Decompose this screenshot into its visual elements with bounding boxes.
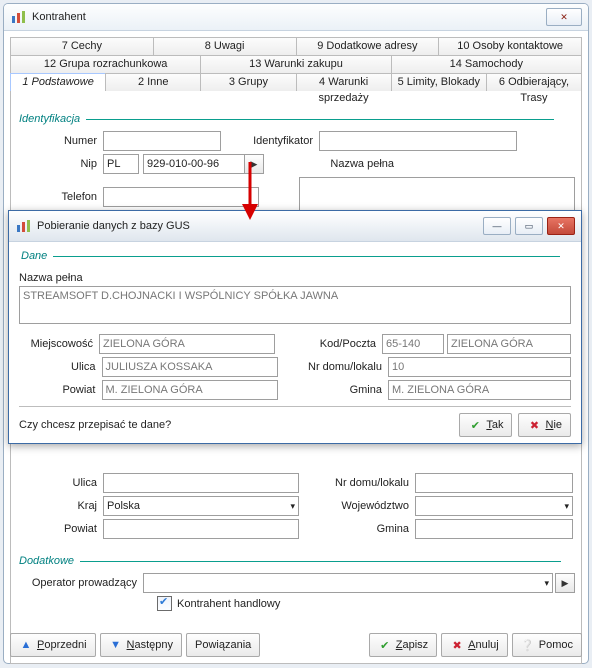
tab-odbierajacy-trasy[interactable]: 6 Odbierający, Trasy (486, 73, 582, 91)
check-icon: ✔ (468, 419, 482, 432)
nip-number-input[interactable]: 929-010-00-96 (143, 154, 245, 174)
window-title: Kontrahent (32, 11, 546, 23)
modal-label-powiat: Powiat (19, 384, 102, 396)
modal-kod-field: 65-140 (382, 334, 444, 354)
gmina-input[interactable] (415, 519, 573, 539)
anuluj-button[interactable]: ✖ Anuluj (441, 633, 508, 657)
label-gmina: Gmina (319, 523, 415, 535)
modal-label-ulica: Ulica (19, 361, 102, 373)
tab-warunki-zakupu[interactable]: 13 Warunki zakupu (200, 55, 391, 73)
bottom-bar: ▲ Poprzedni ▼ Następny Powiązania ✔ Zapi… (10, 633, 582, 657)
modal-label-miejscowosc: Miejscowość (19, 338, 99, 350)
app-icon (15, 218, 31, 234)
powiat-input[interactable] (103, 519, 299, 539)
modal-minimize-button[interactable]: — (483, 217, 511, 235)
modal-maximize-button[interactable]: ▭ (515, 217, 543, 235)
help-icon: ❔ (521, 639, 535, 652)
group-identyfikacja: Identyfikacja (19, 113, 86, 125)
gus-modal: Pobieranie danych z bazy GUS — ▭ ✕ Dane … (8, 210, 582, 444)
ulica-input[interactable] (103, 473, 299, 493)
tab-cechy[interactable]: 7 Cechy (10, 37, 154, 55)
group-dodatkowe: Dodatkowe (19, 555, 80, 567)
pomoc-button[interactable]: ❔ Pomoc (512, 633, 582, 657)
no-button[interactable]: ✖ Nie (518, 413, 571, 437)
nr-domu-input[interactable] (415, 473, 573, 493)
modal-gmina-field: M. ZIELONA GÓRA (388, 380, 571, 400)
yes-button[interactable]: ✔ Tak (459, 413, 512, 437)
group-dane: Dane (21, 250, 53, 262)
modal-miejscowosc-field: ZIELONA GÓRA (99, 334, 275, 354)
tab-osoby-kontaktowe[interactable]: 10 Osoby kontaktowe (438, 37, 582, 55)
nastepny-button[interactable]: ▼ Następny (100, 633, 182, 657)
tab-podstawowe[interactable]: 1 Podstawowe (10, 73, 106, 91)
kontrahent-handlowy-label: Kontrahent handlowy (177, 598, 280, 610)
chevron-down-icon: ▾ (544, 574, 549, 592)
kontrahent-handlowy-checkbox[interactable] (157, 596, 172, 611)
label-nr-domu: Nr domu/lokalu (319, 477, 415, 489)
arrow-up-icon: ▲ (19, 639, 33, 651)
kraj-select[interactable]: Polska ▾ (103, 496, 299, 516)
telefon-input[interactable] (103, 187, 259, 207)
check-icon: ✔ (378, 639, 392, 652)
modal-label-nr-domu: Nr domu/lokalu (305, 361, 388, 373)
modal-close-button[interactable]: ✕ (547, 217, 575, 235)
tab-samochody[interactable]: 14 Samochody (391, 55, 582, 73)
tab-warunki-sprzedazy[interactable]: 4 Warunki sprzedaży (296, 73, 392, 91)
tab-limity-blokady[interactable]: 5 Limity, Blokady (391, 73, 487, 91)
callout-arrow-icon (238, 162, 262, 222)
minimize-icon: — (493, 221, 502, 231)
modal-label-kod-poczta: Kod/Poczta (302, 338, 382, 350)
maximize-icon: ▭ (525, 221, 534, 232)
tab-grupy[interactable]: 3 Grupy (200, 73, 296, 91)
nip-cc-input[interactable]: PL (103, 154, 139, 174)
modal-nazwa-pelna-field: STREAMSOFT D.CHOJNACKI I WSPÓLNICY SPÓŁK… (19, 286, 571, 324)
label-nazwa-pelna: Nazwa pełna (304, 158, 400, 170)
close-icon: ✕ (557, 221, 565, 232)
label-identyfikator: Identyfikator (241, 135, 319, 147)
modal-powiat-field: M. ZIELONA GÓRA (102, 380, 278, 400)
chevron-down-icon: ▾ (290, 497, 295, 515)
confirm-question: Czy chcesz przepisać te dane? (19, 419, 459, 431)
tab-inne[interactable]: 2 Inne (105, 73, 201, 91)
modal-titlebar: Pobieranie danych z bazy GUS — ▭ ✕ (9, 211, 581, 242)
label-nip: Nip (17, 158, 103, 170)
label-operator: Operator prowadzący (17, 577, 143, 589)
arrow-down-icon: ▼ (109, 639, 123, 651)
label-powiat: Powiat (17, 523, 103, 535)
close-icon: ✕ (560, 12, 568, 23)
titlebar: Kontrahent ✕ (4, 4, 588, 31)
chevron-down-icon: ▾ (564, 497, 569, 515)
modal-label-gmina: Gmina (305, 384, 388, 396)
modal-label-nazwa-pelna: Nazwa pełna (19, 272, 571, 284)
powiazania-button[interactable]: Powiązania (186, 633, 260, 657)
zapisz-button[interactable]: ✔ Zapisz (369, 633, 437, 657)
close-icon: ✖ (527, 419, 541, 432)
label-numer: Numer (17, 135, 103, 147)
close-icon: ✖ (450, 639, 464, 652)
wojewodztwo-select[interactable]: ▾ (415, 496, 573, 516)
play-icon: ▶ (562, 578, 569, 589)
window-close-button[interactable]: ✕ (546, 8, 582, 26)
modal-ulica-field: JULIUSZA KOSSAKA (102, 357, 278, 377)
label-kraj: Kraj (17, 500, 103, 512)
label-ulica: Ulica (17, 477, 103, 489)
poprzedni-button[interactable]: ▲ Poprzedni (10, 633, 96, 657)
identyfikator-input[interactable] (319, 131, 517, 151)
modal-poczta-field: ZIELONA GÓRA (447, 334, 571, 354)
app-icon (10, 9, 26, 25)
modal-nr-domu-field: 10 (388, 357, 571, 377)
numer-input[interactable] (103, 131, 221, 151)
operator-lookup-button[interactable]: ▶ (555, 573, 575, 593)
label-telefon: Telefon (17, 191, 103, 203)
tab-uwagi[interactable]: 8 Uwagi (153, 37, 297, 55)
tab-dodatkowe-adresy[interactable]: 9 Dodatkowe adresy (296, 37, 440, 55)
tab-grupa-rozrachunkowa[interactable]: 12 Grupa rozrachunkowa (10, 55, 201, 73)
operator-select[interactable]: ▾ (143, 573, 553, 593)
label-wojewodztwo: Województwo (319, 500, 415, 512)
